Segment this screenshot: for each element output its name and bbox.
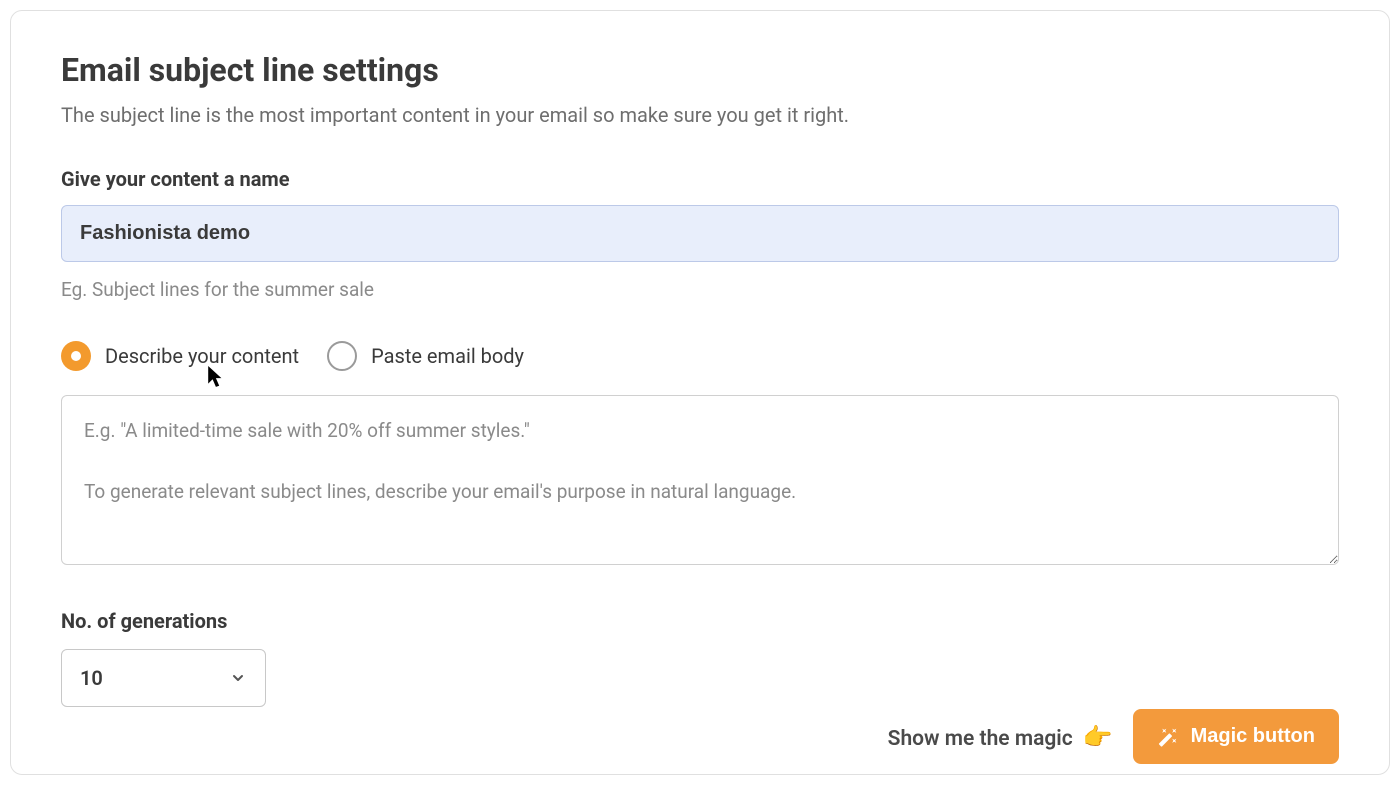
radio-selected-icon <box>61 341 91 371</box>
pointing-hand-icon: 👉 <box>1083 723 1113 751</box>
magic-button-label: Magic button <box>1191 725 1315 748</box>
chevron-down-icon <box>229 669 247 687</box>
generations-value: 10 <box>80 666 103 690</box>
radio-unselected-icon <box>327 341 357 371</box>
radio-label-paste: Paste email body <box>371 344 524 368</box>
generations-select[interactable]: 10 <box>61 649 266 707</box>
magic-cta-text: Show me the magic 👉 <box>888 723 1113 751</box>
magic-button[interactable]: Magic button <box>1133 709 1339 764</box>
content-name-section: Give your content a name Eg. Subject lin… <box>61 167 1339 301</box>
generations-section: No. of generations 10 <box>61 609 1339 707</box>
content-name-input[interactable] <box>61 205 1339 262</box>
radio-paste-email[interactable]: Paste email body <box>327 341 524 371</box>
radio-label-describe: Describe your content <box>105 344 299 368</box>
settings-panel: Email subject line settings The subject … <box>10 10 1390 775</box>
magic-wand-icon <box>1157 726 1179 748</box>
radio-describe-content[interactable]: Describe your content <box>61 341 299 371</box>
page-subtitle: The subject line is the most important c… <box>61 103 1339 127</box>
content-name-label: Give your content a name <box>61 167 1339 191</box>
page-title: Email subject line settings <box>61 51 1339 89</box>
footer-row: Show me the magic 👉 Magic button <box>888 709 1339 764</box>
description-textarea[interactable] <box>61 395 1339 565</box>
mode-radio-group: Describe your content Paste email body <box>61 341 1339 371</box>
generations-label: No. of generations <box>61 609 1339 633</box>
content-name-hint: Eg. Subject lines for the summer sale <box>61 278 1339 301</box>
